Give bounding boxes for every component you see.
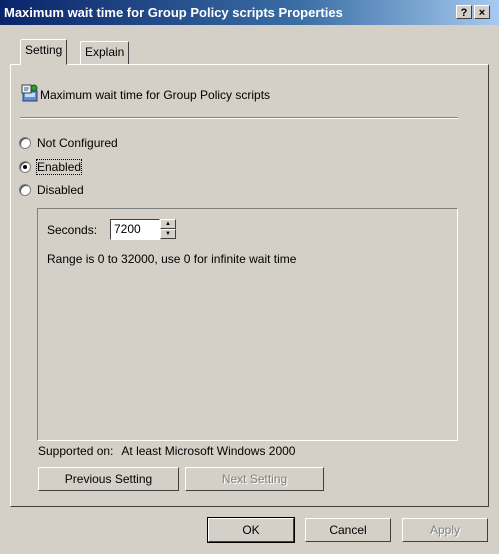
- radio-disabled-button[interactable]: [19, 184, 31, 196]
- seconds-label: Seconds:: [47, 223, 98, 237]
- spin-down-button[interactable]: ▼: [160, 229, 176, 239]
- spin-up-button[interactable]: ▲: [160, 219, 176, 229]
- next-setting-button[interactable]: Next Setting: [185, 467, 324, 491]
- tab-setting[interactable]: Setting: [20, 39, 68, 65]
- tab-explain[interactable]: Explain: [80, 41, 130, 64]
- ok-button[interactable]: OK: [207, 517, 295, 543]
- supported-value: At least Microsoft Windows 2000: [121, 444, 296, 458]
- tab-setting-label: Setting: [25, 43, 63, 57]
- divider: [20, 117, 458, 119]
- previous-setting-button[interactable]: Previous Setting: [38, 467, 179, 491]
- supported-label: Supported on:: [38, 444, 114, 458]
- policy-setting-icon: [21, 84, 38, 102]
- radio-enabled-button[interactable]: [19, 161, 31, 173]
- policy-name: Maximum wait time for Group Policy scrip…: [40, 88, 271, 102]
- window-title: Maximum wait time for Group Policy scrip…: [4, 5, 343, 20]
- tab-explain-label: Explain: [85, 45, 125, 59]
- radio-not-configured-button[interactable]: [19, 137, 31, 149]
- radio-enabled-label: Enabled: [35, 159, 83, 175]
- range-hint: Range is 0 to 32000, use 0 for infinite …: [47, 252, 297, 266]
- options-group: [37, 208, 458, 441]
- apply-button[interactable]: Apply: [402, 518, 488, 542]
- radio-disabled[interactable]: Disabled: [19, 183, 84, 199]
- help-button[interactable]: ?: [456, 5, 472, 19]
- cancel-button[interactable]: Cancel: [305, 518, 391, 542]
- close-button[interactable]: ×: [474, 5, 490, 19]
- radio-not-configured-label: Not Configured: [37, 136, 118, 150]
- radio-disabled-label: Disabled: [37, 183, 84, 197]
- radio-enabled[interactable]: Enabled: [19, 159, 83, 176]
- seconds-input[interactable]: 7200: [110, 219, 160, 240]
- supported-on: Supported on: At least Microsoft Windows …: [38, 444, 295, 458]
- radio-not-configured[interactable]: Not Configured: [19, 136, 118, 152]
- title-bar[interactable]: Maximum wait time for Group Policy scrip…: [0, 0, 499, 25]
